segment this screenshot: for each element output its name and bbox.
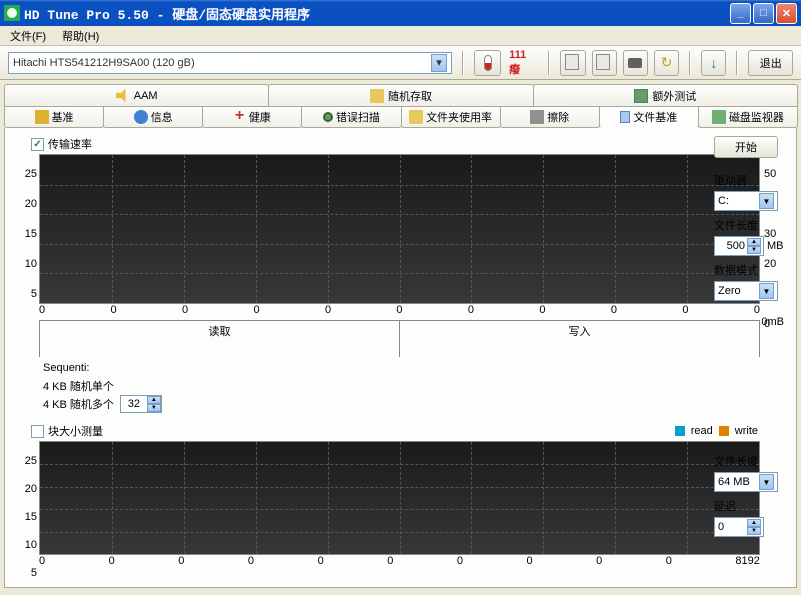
chart2-plot [39,441,760,555]
camera-icon [628,58,642,68]
folder-icon [370,89,384,103]
monitor-icon [634,89,648,103]
titlebar[interactable]: HD Tune Pro 5.50 - 硬盘/固态硬盘实用程序 _ □ ✕ [0,0,801,26]
spin-down-icon[interactable]: ▼ [747,527,761,535]
delay-spinner[interactable]: ▲▼ [714,517,764,537]
chart1-plot [39,154,760,304]
drive-select-text: Hitachi HTS541212H9SA00 (120 gB) [13,57,431,69]
random-multi-input[interactable] [121,398,147,410]
file-length-spinner[interactable]: ▲▼ [714,236,764,256]
gauge-icon [35,110,49,124]
random-multi-spinner[interactable]: ▲▼ [120,395,162,413]
data-mode-label: 数据模式 [714,262,788,278]
close-button[interactable]: ✕ [776,3,797,24]
exit-button[interactable]: 退出 [748,50,793,76]
tab-health[interactable]: 健康 [202,106,302,128]
spin-up-icon[interactable]: ▲ [147,396,161,404]
delay-input[interactable] [715,521,747,533]
menu-help[interactable]: 帮助(H) [56,26,105,46]
drive-select[interactable]: Hitachi HTS541212H9SA00 (120 gB) ▾ [8,52,452,74]
chevron-down-icon[interactable]: ▼ [759,283,774,299]
copy-info-button[interactable] [592,50,617,76]
data-mode-select[interactable]: Zero▼ [714,281,778,301]
tab-folder-usage[interactable]: 文件夹使用率 [401,106,501,128]
sequential-block: Sequenti: 4 KB 随机单个 4 KB 随机多个 ▲▼ [43,359,788,413]
file-length-input[interactable] [715,240,747,252]
blocksize-checkbox[interactable] [31,425,44,438]
app-icon [4,5,20,21]
spin-down-icon[interactable]: ▼ [147,404,161,412]
copy-text-button[interactable] [560,50,585,76]
refresh-button[interactable]: ↻ [654,50,679,76]
chart-icon [712,110,726,124]
arrow-down-icon: ↓ [710,55,717,71]
transfer-rate-checkbox[interactable]: ✓ [31,138,44,151]
tab-random-access[interactable]: 随机存取 [268,84,533,106]
transfer-rate-label: 传输速率 [48,136,92,152]
drive-letter-select[interactable]: C:▼ [714,191,778,211]
tab-error-scan[interactable]: 错误扫描 [301,106,401,128]
chevron-down-icon[interactable]: ▼ [759,193,774,209]
minimize-button[interactable]: _ [730,3,751,24]
copy-icon [567,56,579,70]
thermometer-icon [484,55,492,71]
magnify-icon [323,112,333,122]
spin-up-icon[interactable]: ▲ [747,519,761,527]
chevron-down-icon[interactable]: ▼ [759,474,774,490]
spin-down-icon[interactable]: ▼ [747,246,761,254]
tab-file-benchmark[interactable]: 文件基准 [599,106,699,128]
chart1-yaxis-left: 252015105 [13,168,37,318]
file-icon [620,111,630,123]
tabs-upper: AAM 随机存取 额外测试 [0,84,801,106]
tab-aam[interactable]: AAM [4,84,269,106]
tab-benchmark[interactable]: 基准 [4,106,104,128]
right-panel: 开始 驱动器 C:▼ 文件长度 ▲▼ MB 数据模式 Zero▼ 文件长度 64… [714,136,788,537]
health-icon [234,111,246,123]
seq-row1: 4 KB 随机单个 [43,377,788,395]
temperature-button[interactable] [474,50,501,76]
tabs-lower: 基准 信息 健康 错误扫描 文件夹使用率 擦除 文件基准 磁盘监视器 [0,106,801,128]
read-label: 读取 [39,320,400,357]
seq-row2: 4 KB 随机多个 [43,396,114,412]
chart1-area: ✓ 传输速率 MB/s ms 252015105 50403020100 [13,136,788,413]
legend-read-swatch [675,426,685,436]
write-label: 写入 [400,320,760,357]
blocksize-label: 块大小测量 [48,423,103,439]
delay-label: 延迟 [714,498,788,514]
chart2-yaxis-left: 252015105 [13,455,37,595]
tab-extra-tests[interactable]: 额外测试 [533,84,798,106]
title-text: HD Tune Pro 5.50 - 硬盘/固态硬盘实用程序 [24,4,730,23]
folder-icon [409,110,423,124]
seq-header: Sequenti: [43,359,788,377]
tab-info[interactable]: 信息 [103,106,203,128]
file-length-label: 文件长度 [714,217,788,233]
temperature-value: 111癈 [507,49,538,77]
erase-icon [530,110,544,124]
menubar: 文件(F) 帮助(H) [0,26,801,46]
copy-icon [598,56,610,70]
menu-file[interactable]: 文件(F) [4,26,52,46]
file-length2-select[interactable]: 64 MB▼ [714,472,778,492]
chart2-area: 块大小测量 read write 252015105 0000 [13,423,788,567]
chart1-xaxis: 00000000000 [39,304,760,316]
maximize-button[interactable]: □ [753,3,774,24]
screenshot-button[interactable] [623,50,648,76]
drive-letter-label: 驱动器 [714,172,788,188]
toolbar: Hitachi HTS541212H9SA00 (120 gB) ▾ 111癈 … [0,46,801,80]
info-icon [134,110,148,124]
file-length2-label: 文件长度 [714,453,788,469]
content: ✓ 传输速率 MB/s ms 252015105 50403020100 [4,128,797,588]
start-button[interactable]: 开始 [714,136,778,158]
tab-erase[interactable]: 擦除 [500,106,600,128]
speaker-icon [116,89,130,103]
spin-up-icon[interactable]: ▲ [747,238,761,246]
file-length-unit: MB [767,240,784,252]
chart1-split: 读取 写入 [39,320,760,357]
tab-disk-monitor[interactable]: 磁盘监视器 [698,106,798,128]
save-button[interactable]: ↓ [701,50,726,76]
chart2-xaxis: 00000000008192 [39,555,760,567]
refresh-icon: ↻ [661,54,673,71]
chevron-down-icon[interactable]: ▾ [431,54,447,72]
